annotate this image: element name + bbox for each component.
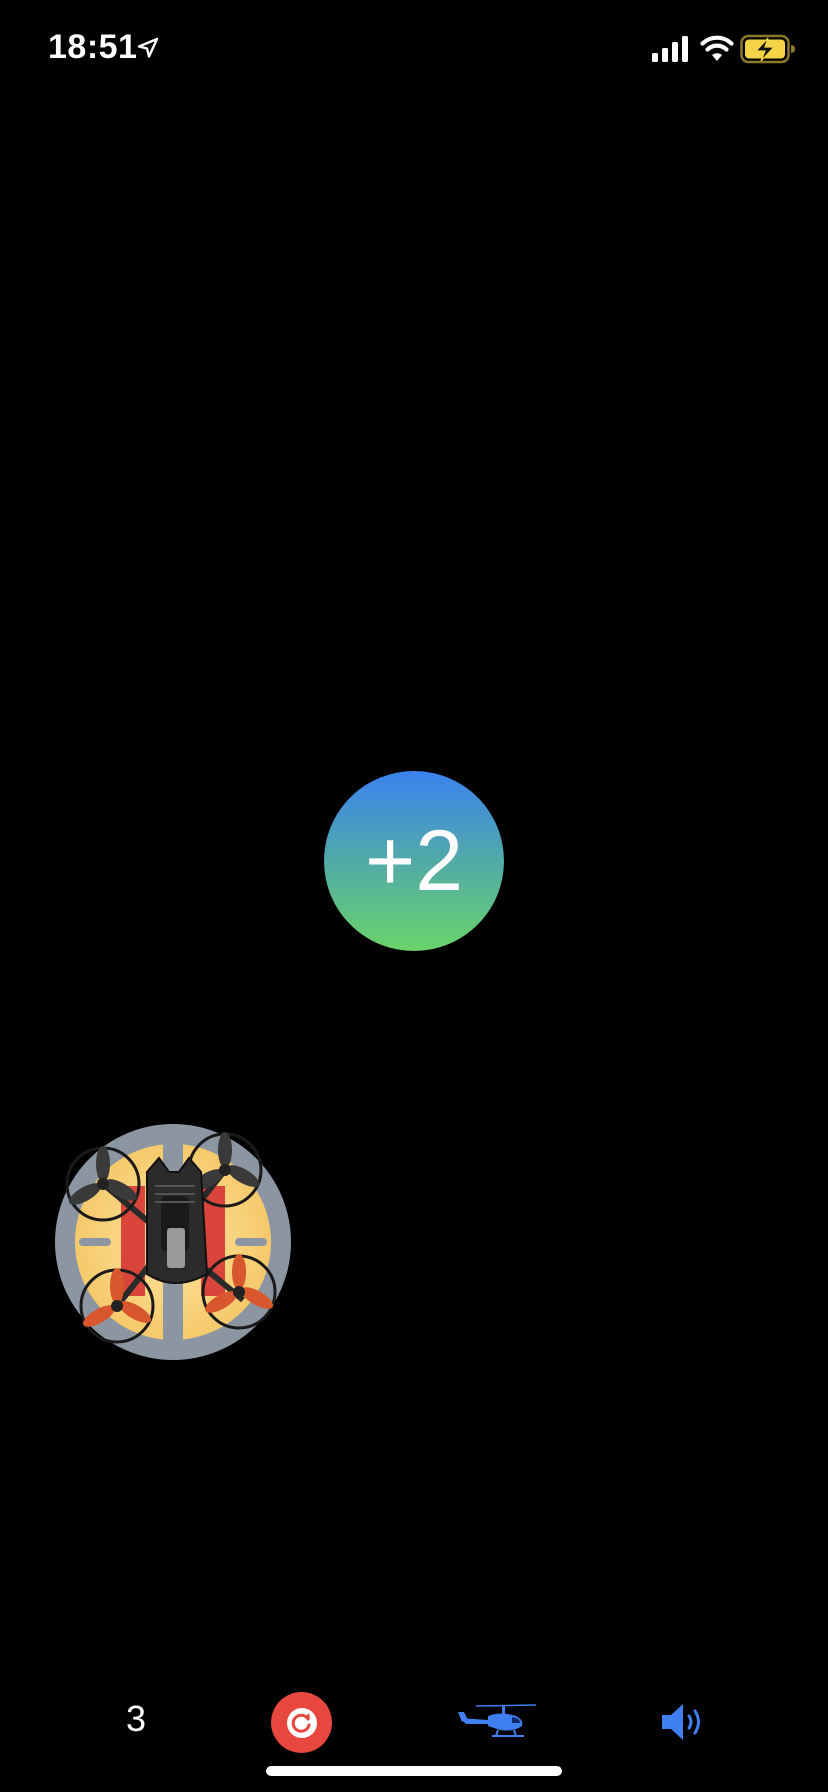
wifi-icon <box>700 35 734 61</box>
location-arrow-icon <box>137 37 159 58</box>
bottom-bar: 3 <box>0 1680 828 1760</box>
status-bar: 18:51 <box>0 0 828 100</box>
score-bubble: +2 <box>324 771 504 951</box>
helicopter-icon[interactable] <box>458 1702 536 1740</box>
score-bubble-text: +2 <box>364 813 464 909</box>
home-indicator[interactable] <box>266 1766 562 1776</box>
restart-button[interactable] <box>271 1692 332 1753</box>
cellular-signal-icon <box>652 36 688 62</box>
lives-count: 3 <box>125 1698 147 1739</box>
battery-charging-icon <box>740 34 795 64</box>
status-time: 18:51 <box>48 28 138 66</box>
speaker-icon[interactable] <box>660 1702 706 1742</box>
drone-player-sprite[interactable] <box>55 1124 291 1360</box>
restart-icon <box>286 1707 317 1738</box>
